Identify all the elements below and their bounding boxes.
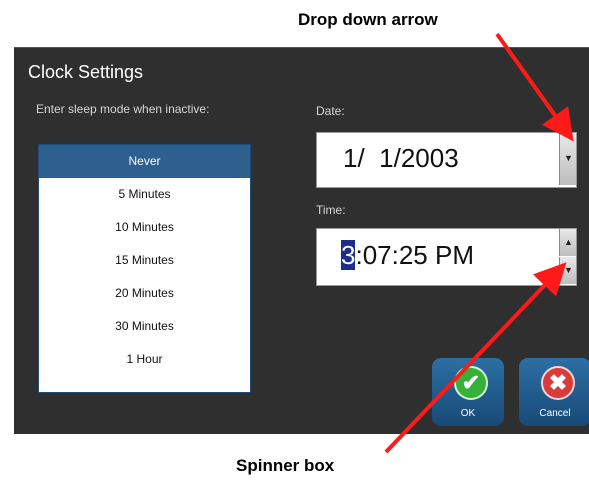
time-selected-segment[interactable]: 3: [341, 240, 356, 270]
date-dropdown[interactable]: 1/ 1/2003 ▼: [316, 132, 577, 188]
ok-button-label: OK: [460, 408, 476, 419]
chevron-down-icon: ▼: [564, 265, 573, 275]
sleep-option-20-minutes[interactable]: 20 Minutes: [39, 277, 250, 310]
sleep-option-never[interactable]: Never: [39, 145, 250, 178]
ok-button[interactable]: ✔ OK: [432, 358, 504, 426]
time-value[interactable]: 3:07:25 PM: [341, 240, 474, 271]
sleep-mode-label: Enter sleep mode when inactive:: [36, 102, 210, 116]
date-label: Date:: [316, 104, 345, 118]
sleep-option-30-minutes[interactable]: 30 Minutes: [39, 310, 250, 343]
drop-down-arrow-callout: Drop down arrow: [298, 10, 438, 29]
spinner-down-button[interactable]: ▼: [559, 257, 576, 284]
chevron-down-icon: ▼: [564, 153, 573, 163]
time-spinner-box[interactable]: 3:07:25 PM ▲ ▼: [316, 228, 577, 286]
cancel-button[interactable]: ✖ Cancel: [519, 358, 589, 426]
date-value: 1/ 1/2003: [343, 143, 459, 173]
sleep-option-10-minutes[interactable]: 10 Minutes: [39, 211, 250, 244]
spinner-up-button[interactable]: ▲: [559, 229, 576, 256]
check-icon: ✔: [454, 366, 488, 400]
spinner-box-callout: Spinner box: [236, 456, 335, 475]
date-dropdown-arrow[interactable]: ▼: [559, 133, 576, 185]
chevron-up-icon: ▲: [564, 237, 573, 247]
sleep-option-5-minutes[interactable]: 5 Minutes: [39, 178, 250, 211]
dialog-title: Clock Settings: [28, 62, 144, 82]
sleep-mode-list[interactable]: Never 5 Minutes 10 Minutes 15 Minutes 20…: [38, 144, 251, 393]
cancel-button-label: Cancel: [539, 408, 571, 419]
time-label: Time:: [316, 203, 346, 217]
sleep-option-1-hour[interactable]: 1 Hour: [39, 343, 250, 376]
close-icon: ✖: [541, 366, 575, 400]
time-remainder: :07:25 PM: [355, 240, 474, 270]
sleep-option-15-minutes[interactable]: 15 Minutes: [39, 244, 250, 277]
clock-settings-dialog: Clock Settings Enter sleep mode when ina…: [14, 47, 589, 434]
